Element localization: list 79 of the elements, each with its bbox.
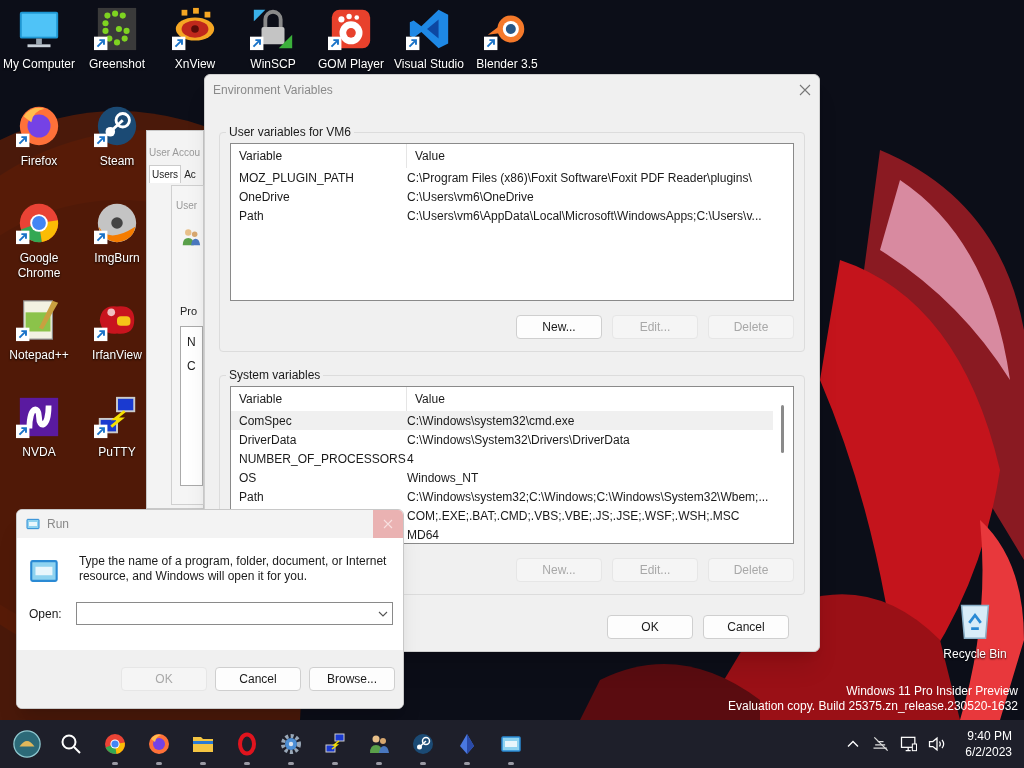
list-row[interactable]: Path C:\Users\vm6\AppData\Local\Microsoft\WindowsApps;C:\Users\v... xyxy=(231,206,773,225)
column-header[interactable]: Variable xyxy=(231,144,407,168)
icon-label[interactable]: GOM Player xyxy=(318,57,384,72)
icon-label[interactable]: Notepad++ xyxy=(9,348,69,363)
icon-label[interactable]: Blender 3.5 xyxy=(476,57,538,72)
gear-icon xyxy=(279,732,303,756)
list-row[interactable]: MOZ_PLUGIN_PATH C:\Program Files (x86)\Foxit Software\Foxit PDF Reader\plugins\ xyxy=(231,168,773,187)
window-title: User xyxy=(176,200,198,211)
window-icon xyxy=(25,516,41,532)
combo-box[interactable] xyxy=(75,602,393,625)
close-icon[interactable] xyxy=(799,84,811,96)
section-label: Pro xyxy=(180,305,198,317)
clock-date[interactable]: 6/2/2023 xyxy=(965,744,1012,760)
icon-label[interactable]: Steam xyxy=(99,154,135,169)
icon-label[interactable]: NVDA xyxy=(22,445,56,460)
button[interactable]: Cancel xyxy=(703,615,789,639)
window-title: Run xyxy=(47,516,69,533)
button[interactable]: Browse... xyxy=(309,667,395,691)
icon-label[interactable]: My Computer xyxy=(3,57,75,72)
icon-label[interactable]: Visual Studio xyxy=(394,57,464,72)
people-icon xyxy=(180,226,202,248)
table-cell: C:\Program Files (x86)\Foxit Software\Foxit PDF Reader\plugins\ xyxy=(407,170,752,185)
table-cell: Windows_NT xyxy=(407,470,479,485)
group-label: User variables for VM6 xyxy=(228,124,353,141)
icon-label[interactable]: IrfanView xyxy=(92,348,142,363)
tab[interactable]: Ac xyxy=(182,165,198,183)
list-row[interactable]: DriverData C:\Windows\System32\Drivers\DriverData xyxy=(231,430,773,449)
list-item[interactable]: C xyxy=(181,357,202,375)
table-cell: C:\Users\vm6\AppData\Local\Microsoft\WindowsApps;C:\Users\v... xyxy=(407,208,762,223)
table-cell: Path xyxy=(239,208,264,223)
window-title: User Accou xyxy=(149,147,201,158)
table-cell: C:\Windows\system32\cmd.exe xyxy=(407,413,575,428)
steam-circle-icon xyxy=(411,732,435,756)
table-cell: DriverData xyxy=(239,432,297,447)
window-title: Environment Variables xyxy=(213,82,333,99)
column-header[interactable]: Value xyxy=(407,144,793,168)
table-cell: C:\Windows\System32\Drivers\DriverData xyxy=(407,432,630,447)
list-item[interactable]: N xyxy=(181,333,202,351)
computers-icon xyxy=(323,732,347,756)
group-label: System variables xyxy=(228,367,322,384)
button[interactable]: Cancel xyxy=(215,667,301,691)
icon-label[interactable]: WinSCP xyxy=(250,57,296,72)
list-row[interactable]: OS Windows_NT xyxy=(231,468,773,487)
table-cell: 4 xyxy=(407,451,414,466)
selected-row[interactable]: ComSpec C:\Windows\system32\cmd.exe xyxy=(231,411,773,430)
icon-label[interactable]: XnView xyxy=(174,57,216,72)
table-cell: ComSpec xyxy=(239,413,292,428)
list-row[interactable]: OneDrive C:\Users\vm6\OneDrive xyxy=(231,187,773,206)
message-text: Type the name of a program, folder, document, or Internet resource, and Windows will open it for you. xyxy=(78,554,388,584)
search-icon xyxy=(59,732,83,756)
icon-label[interactable]: PuTTY xyxy=(98,445,136,460)
table-cell: C:\Windows\system32;C:\Windows;C:\Windows\System32\Wbem;... xyxy=(407,489,769,504)
table-cell: MD64 xyxy=(407,527,439,542)
table-cell: MOZ_PLUGIN_PATH xyxy=(239,170,354,185)
scrollbar-thumb[interactable] xyxy=(781,405,784,453)
icon-label[interactable]: Google Chrome xyxy=(1,251,77,281)
column-header[interactable]: Value xyxy=(407,387,793,411)
field-label: Open: xyxy=(29,605,62,623)
tab[interactable]: Users xyxy=(149,165,182,183)
table-cell: Path xyxy=(239,489,264,504)
list-row[interactable]: Path C:\Windows\system32;C:\Windows;C:\Windows\System32\Wbem;... xyxy=(231,487,773,506)
table-cell: OneDrive xyxy=(239,189,290,204)
table-cell: C:\Users\vm6\OneDrive xyxy=(407,189,534,204)
table-cell: NUMBER_OF_PROCESSORS xyxy=(239,451,406,466)
icon-label[interactable]: ImgBurn xyxy=(94,251,140,266)
browser-icon xyxy=(147,732,171,756)
ring-icon xyxy=(235,732,259,756)
button[interactable]: OK xyxy=(607,615,693,639)
list-row[interactable]: NUMBER_OF_PROCESSORS4 xyxy=(231,449,773,468)
clock-time[interactable]: 9:40 PM xyxy=(967,728,1012,744)
monitor-icon[interactable] xyxy=(899,734,920,754)
icon-label[interactable]: Greenshot xyxy=(88,57,145,72)
browser-icon xyxy=(103,732,127,756)
table-cell: OS xyxy=(239,470,257,485)
button[interactable]: New... xyxy=(516,315,602,339)
chevron-down-icon[interactable] xyxy=(378,610,388,617)
table-cell: COM;.EXE;.BAT;.CMD;.VBS;.VBE;.JS;.JSE;.WSF;.WSH;.MSC xyxy=(407,508,740,523)
globe-icon xyxy=(12,729,42,759)
icon-label[interactable]: Firefox xyxy=(20,154,58,169)
